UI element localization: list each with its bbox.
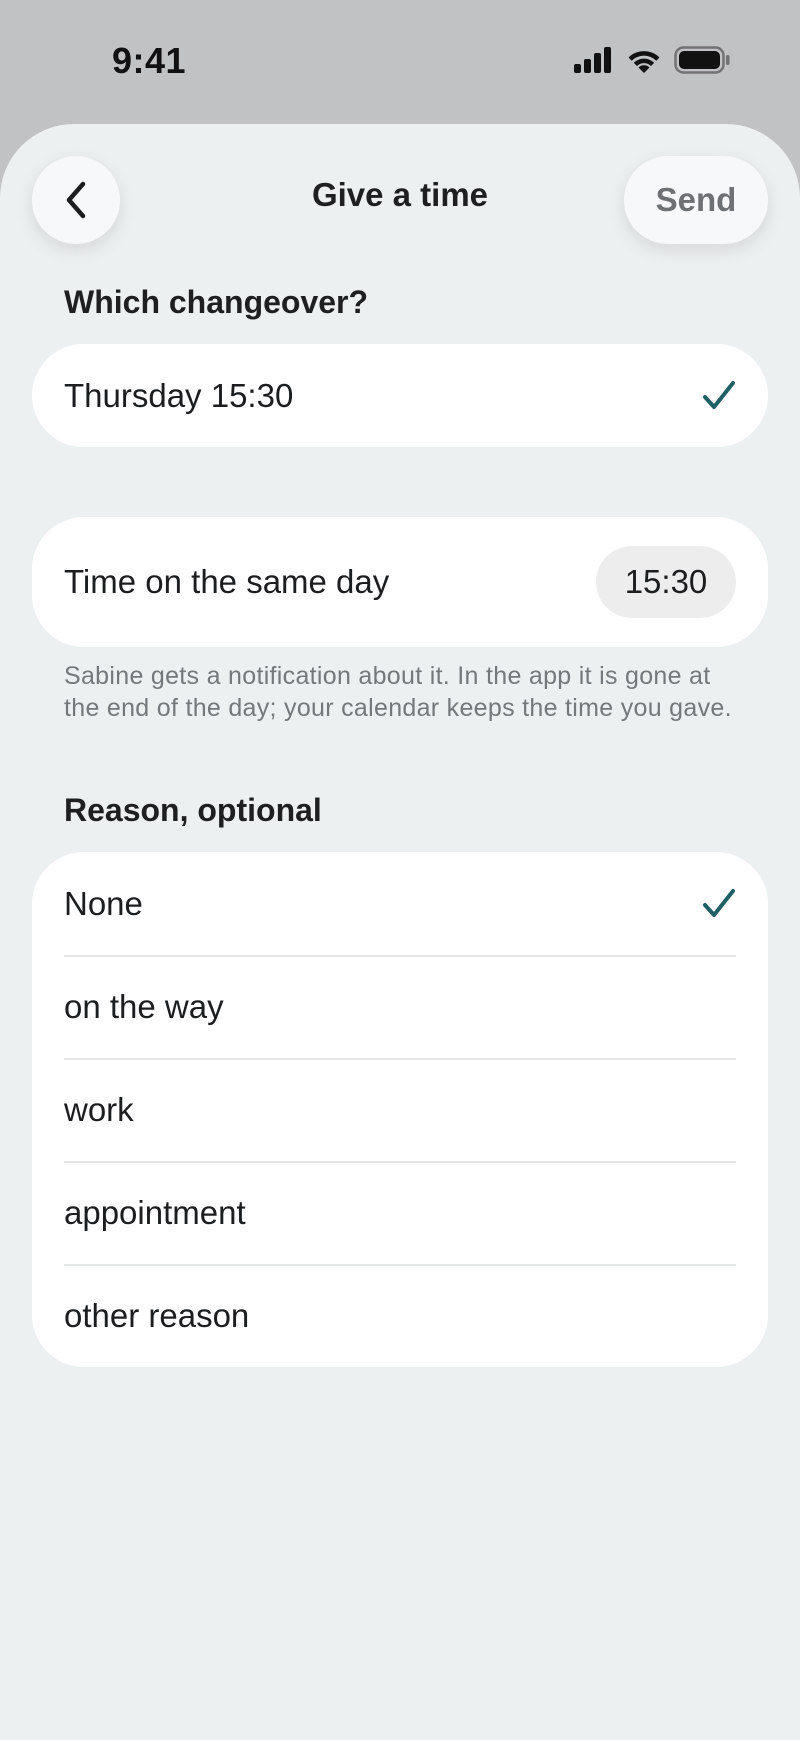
reason-option-label: other reason bbox=[64, 1296, 250, 1334]
reason-option-other[interactable]: other reason bbox=[32, 1264, 768, 1367]
reason-option-label: on the way bbox=[64, 987, 224, 1025]
time-row: Time on the same day 15:30 bbox=[32, 517, 768, 647]
changeover-heading: Which changeover? bbox=[64, 284, 369, 320]
status-time: 9:41 bbox=[112, 40, 187, 81]
checkmark-icon bbox=[703, 380, 735, 409]
time-card: Time on the same day 15:30 bbox=[32, 517, 768, 647]
status-icons bbox=[574, 46, 730, 74]
reason-option-label: work bbox=[64, 1090, 134, 1128]
send-button[interactable]: Send bbox=[624, 156, 768, 244]
battery-icon bbox=[674, 46, 730, 74]
cellular-signal-icon bbox=[574, 47, 611, 73]
notification-note: Sabine gets a notification about it. In … bbox=[64, 662, 732, 722]
changeover-option-label: Thursday 15:30 bbox=[64, 376, 294, 414]
sheet: Give a time Send Which changeover? Thurs… bbox=[0, 124, 800, 1740]
reason-option-none[interactable]: None bbox=[32, 852, 768, 955]
time-picker[interactable]: 15:30 bbox=[596, 546, 736, 618]
reason-option-on-the-way[interactable]: on the way bbox=[32, 955, 768, 1058]
reason-heading: Reason, optional bbox=[64, 792, 322, 828]
checkmark-icon bbox=[703, 888, 735, 917]
wifi-icon bbox=[628, 51, 660, 73]
reason-card: None on the way work appointment other r… bbox=[32, 852, 768, 1367]
reason-option-label: None bbox=[64, 884, 143, 922]
reason-option-label: appointment bbox=[64, 1193, 246, 1231]
status-bar: 9:41 bbox=[0, 0, 800, 124]
changeover-option[interactable]: Thursday 15:30 bbox=[32, 344, 768, 447]
time-label: Time on the same day bbox=[64, 563, 390, 600]
reason-option-appointment[interactable]: appointment bbox=[32, 1161, 768, 1264]
changeover-card: Thursday 15:30 bbox=[32, 344, 768, 447]
reason-option-work[interactable]: work bbox=[32, 1058, 768, 1161]
